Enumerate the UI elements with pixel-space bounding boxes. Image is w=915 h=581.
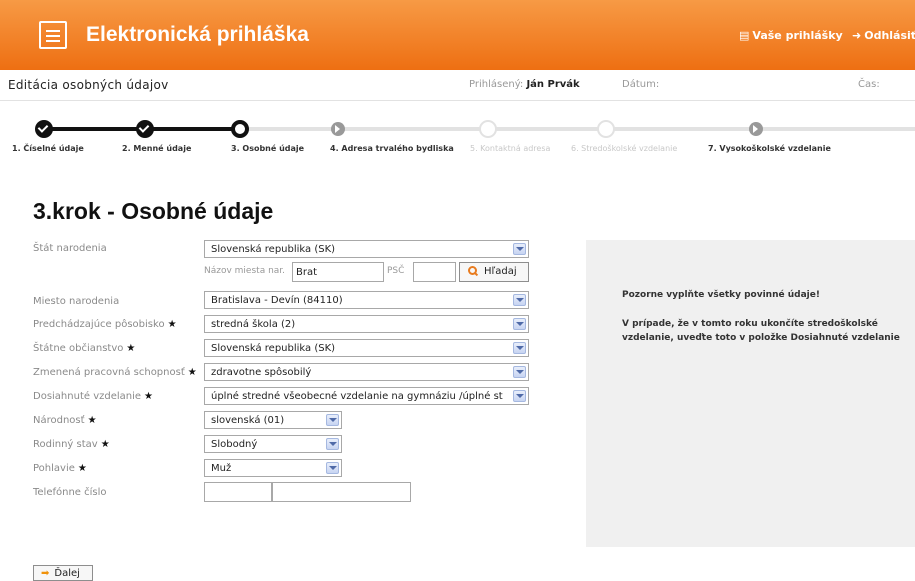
birth-country-select[interactable]: Slovenská republika (SK) [204, 240, 529, 258]
page-section-title: Editácia osobných údajov [8, 78, 169, 92]
my-applications-link[interactable]: ▤ Vaše prihlášky [739, 29, 843, 42]
time-label: Čas: [858, 79, 880, 90]
date-label: Dátum: [622, 79, 660, 90]
previous-residence-select[interactable]: stredná škola (2) [204, 315, 529, 333]
logout-link[interactable]: ➜ Odhlásiť [852, 29, 915, 42]
logged-user-name: Ján Prvák [526, 79, 580, 90]
logout-icon: ➜ [852, 29, 862, 42]
required-star-icon: ★ [126, 343, 136, 354]
sex-label: Pohlavie ★ [33, 463, 87, 474]
info-education-note: V prípade, že v tomto roku ukončíte stre… [622, 319, 900, 343]
step-6-label: 6. Stredoškolské vzdelanie [571, 144, 678, 153]
search-button[interactable]: Hľadaj [459, 262, 529, 282]
step-3-label: 3. Osobné údaje [231, 144, 305, 153]
birth-place-select[interactable]: Bratislava - Devín (84110) [204, 291, 529, 309]
step-7-label[interactable]: 7. Vysokoškolské vzdelanie [708, 144, 831, 153]
chevron-down-icon [326, 414, 339, 426]
app-title: Elektronická prihláška [86, 23, 309, 46]
education-label: Dosiahnuté vzdelanie ★ [33, 391, 154, 402]
required-star-icon: ★ [167, 319, 177, 330]
marital-status-label: Rodinný stav ★ [33, 439, 110, 450]
chevron-down-icon [326, 462, 339, 474]
app-header: Elektronická prihláška ▤ Vaše prihlášky ➜… [0, 0, 915, 70]
logged-user-info: Prihlásený: Ján Prvák [469, 79, 580, 90]
applications-icon: ▤ [739, 29, 750, 42]
next-button[interactable]: ➡ Ďalej [33, 565, 93, 581]
step-6-disabled-icon [597, 120, 615, 138]
chevron-down-icon [326, 438, 339, 450]
step-4-label[interactable]: 4. Adresa trvalého bydliska [330, 144, 454, 153]
info-panel: Pozorne vyplňte všetky povinné údaje! V … [586, 240, 915, 547]
chevron-down-icon [513, 342, 526, 354]
step-2-done-icon[interactable] [136, 120, 154, 138]
chevron-down-icon [513, 318, 526, 330]
psc-label: PSČ [387, 266, 405, 276]
citizenship-label: Štátne občianstvo ★ [33, 343, 136, 354]
subheader: Editácia osobných údajov Prihlásený: Ján… [0, 70, 915, 101]
step-7-arrow-icon[interactable] [749, 122, 763, 136]
required-star-icon: ★ [144, 391, 154, 402]
step-4-arrow-icon[interactable] [331, 122, 345, 136]
arrow-right-icon: ➡ [41, 568, 50, 579]
required-star-icon: ★ [100, 439, 110, 450]
birth-country-label: Štát narodenia [33, 243, 107, 254]
birth-place-label: Miesto narodenia [33, 296, 120, 307]
step-5-label: 5. Kontaktná adresa [470, 144, 551, 153]
birth-place-name-label: Názov miesta nar. [204, 266, 286, 276]
chevron-down-icon [513, 366, 526, 378]
previous-residence-label: Predchádzajúce pôsobisko ★ [33, 319, 177, 330]
search-icon [468, 266, 478, 276]
psc-input[interactable] [413, 262, 456, 282]
work-capacity-label: Zmenená pracovná schopnosť ★ [33, 367, 197, 378]
required-star-icon: ★ [77, 463, 87, 474]
required-star-icon: ★ [187, 367, 197, 378]
step-3-current-icon [231, 120, 249, 138]
info-required-note: Pozorne vyplňte všetky povinné údaje! [622, 290, 820, 300]
document-icon [39, 21, 67, 49]
progress-stepper: 1. Číselné údaje 2. Menné údaje 3. Osobn… [0, 110, 915, 170]
step-1-label[interactable]: 1. Číselné údaje [12, 144, 84, 153]
phone-number-input[interactable] [272, 482, 411, 502]
chevron-down-icon [513, 294, 526, 306]
phone-label: Telefónne číslo [33, 487, 107, 498]
required-star-icon: ★ [87, 415, 97, 426]
work-capacity-select[interactable]: zdravotne spôsobilý [204, 363, 529, 381]
phone-prefix-input[interactable] [204, 482, 272, 502]
chevron-down-icon [513, 390, 526, 402]
chevron-down-icon [513, 243, 526, 255]
nationality-label: Národnosť ★ [33, 415, 97, 426]
birth-place-name-input[interactable]: Brat [292, 262, 384, 282]
step-5-disabled-icon [479, 120, 497, 138]
citizenship-select[interactable]: Slovenská republika (SK) [204, 339, 529, 357]
marital-status-select[interactable]: Slobodný [204, 435, 342, 453]
education-select[interactable]: úplné stredné všeobecné vzdelanie na gym… [204, 387, 529, 405]
step-1-done-icon[interactable] [35, 120, 53, 138]
sex-select[interactable]: Muž [204, 459, 342, 477]
step-2-label[interactable]: 2. Menné údaje [122, 144, 191, 153]
page-heading: 3.krok - Osobné údaje [33, 198, 274, 224]
nationality-select[interactable]: slovenská (01) [204, 411, 342, 429]
